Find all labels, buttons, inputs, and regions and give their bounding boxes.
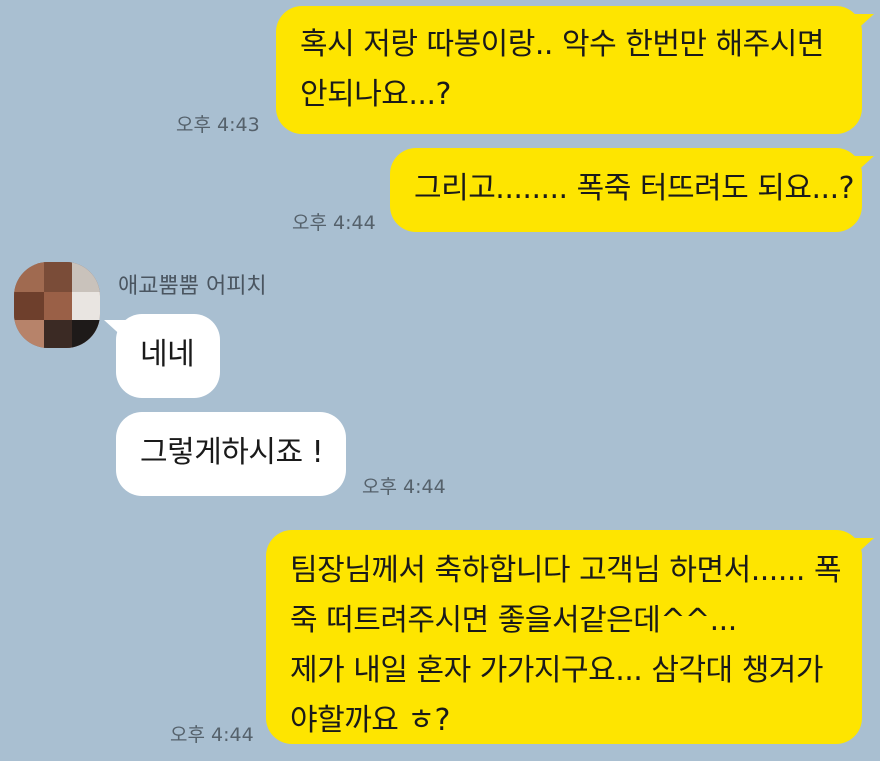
bubble-tail — [852, 538, 874, 558]
message-line: 혹시 저랑 따봉이랑.. 악수 한번만 해주시면 — [300, 27, 824, 62]
message-timestamp: 오후 4:44 — [170, 724, 254, 746]
message-line: 죽 떠트려주시면 좋을서같은데^^... — [290, 603, 737, 638]
bubble-tail — [104, 320, 126, 340]
message-line: 팀장님께서 축하합니다 고객님 하면서...... 폭 — [290, 553, 842, 588]
message-line: 네네 — [140, 337, 195, 372]
message-timestamp: 오후 4:44 — [362, 476, 446, 498]
my-message-bubble[interactable]: 팀장님께서 축하합니다 고객님 하면서...... 폭 죽 떠트려주시면 좋을서… — [266, 530, 862, 744]
bubble-tail — [852, 14, 874, 34]
sender-avatar[interactable] — [14, 262, 100, 348]
message-line: 그렇게하시죠 ! — [140, 435, 324, 470]
message-line: 제가 내일 혼자 가가지구요... 삼각대 챙겨가 — [290, 653, 824, 688]
my-message-bubble[interactable]: 그리고........ 폭죽 터뜨려도 되요...? — [390, 148, 862, 232]
message-timestamp: 오후 4:43 — [176, 114, 260, 136]
my-message-bubble[interactable]: 혹시 저랑 따봉이랑.. 악수 한번만 해주시면 안되나요...? — [276, 6, 862, 134]
message-line: 그리고........ 폭죽 터뜨려도 되요...? — [414, 171, 855, 206]
their-message-bubble[interactable]: 그렇게하시죠 ! — [116, 412, 346, 496]
message-timestamp: 오후 4:44 — [292, 212, 376, 234]
chat-room: 혹시 저랑 따봉이랑.. 악수 한번만 해주시면 안되나요...? 오후 4:4… — [0, 0, 880, 761]
message-line: 야할까요 ㅎ? — [290, 703, 450, 738]
message-line: 안되나요...? — [300, 77, 451, 112]
their-message-bubble[interactable]: 네네 — [116, 314, 220, 398]
bubble-tail — [852, 156, 874, 176]
sender-name: 애교뿜뿜 어피치 — [118, 274, 267, 299]
